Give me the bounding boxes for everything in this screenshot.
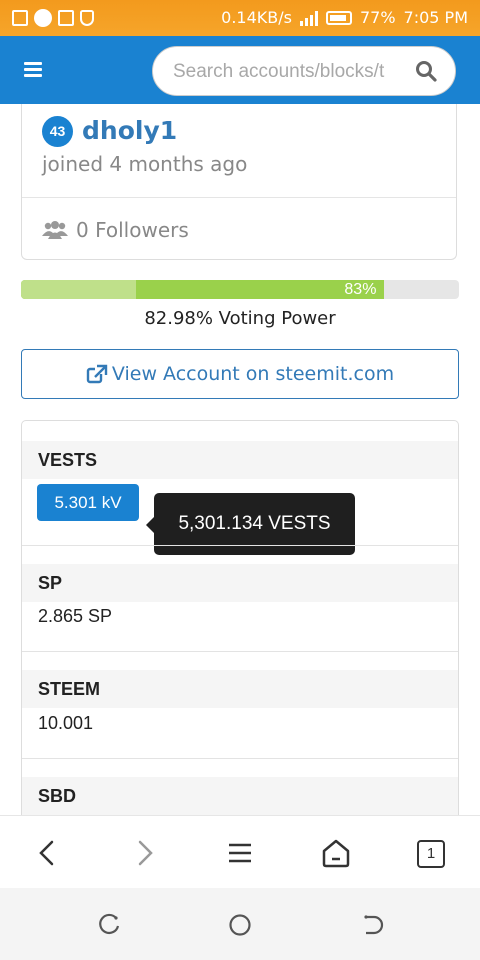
- balances-panel: VESTS 5.301 kV 5,301.134 VESTS SP 2.865 …: [21, 420, 459, 815]
- notification-icons: [12, 9, 94, 27]
- vests-value-button[interactable]: 5.301 kV: [37, 484, 139, 521]
- view-account-button[interactable]: View Account on steemit.com: [21, 349, 459, 399]
- forward-icon[interactable]: [129, 838, 159, 868]
- row-divider: [22, 651, 458, 652]
- home-circle-icon[interactable]: [227, 912, 253, 938]
- external-link-icon: [86, 364, 108, 384]
- battery-level: 77%: [359, 8, 396, 27]
- voting-power-fill: 83%: [21, 280, 385, 299]
- steem-heading: STEEM: [22, 670, 458, 708]
- sp-value: 2.865 SP: [38, 606, 113, 626]
- notification-app-icon: [12, 10, 28, 26]
- tabs-icon[interactable]: 1: [417, 840, 445, 868]
- card-divider: [22, 197, 456, 198]
- notification-dot-icon: [34, 9, 52, 27]
- search-box[interactable]: [152, 46, 456, 96]
- vests-heading: VESTS: [22, 441, 458, 479]
- browser-toolbar: 1: [0, 815, 480, 888]
- status-bar: 0.14KB/s 77% 7:05 PM: [0, 0, 480, 36]
- hamburger-menu-icon[interactable]: [24, 62, 42, 78]
- view-account-label: View Account on steemit.com: [111, 363, 395, 385]
- followers-count: 0 Followers: [76, 218, 189, 242]
- sp-heading: SP: [22, 564, 458, 602]
- joined-date: joined 4 months ago: [42, 152, 248, 176]
- status-right: 0.14KB/s 77% 7:05 PM: [221, 8, 468, 27]
- followers-link[interactable]: 0 Followers: [42, 218, 189, 242]
- search-icon[interactable]: [415, 60, 437, 82]
- reputation-badge: 43: [42, 116, 73, 147]
- home-icon[interactable]: [321, 838, 351, 868]
- system-nav-bar: [0, 888, 480, 960]
- recents-icon[interactable]: [96, 912, 122, 938]
- search-input[interactable]: [173, 59, 413, 85]
- steem-value: 10.001: [38, 713, 94, 733]
- notification-image-icon: [58, 10, 74, 26]
- profile-card: 43 dholy1 joined 4 months ago 0 Follower…: [21, 104, 457, 260]
- menu-icon[interactable]: [225, 838, 255, 868]
- row-divider: [22, 758, 458, 759]
- network-speed: 0.14KB/s: [221, 8, 292, 27]
- signal-icon: [299, 10, 318, 26]
- back-icon[interactable]: [33, 838, 63, 868]
- voting-power-fill-highlight: [21, 280, 136, 299]
- voting-power-label: 82.98% Voting Power: [144, 308, 336, 329]
- back-nav-icon[interactable]: [360, 912, 386, 938]
- battery-icon: [325, 10, 352, 25]
- users-icon: [42, 221, 68, 239]
- shield-icon: [80, 10, 94, 26]
- username-link[interactable]: dholy1: [82, 116, 177, 145]
- clock: 7:05 PM: [403, 8, 468, 27]
- voting-power-percent: 83%: [344, 281, 377, 298]
- voting-power-bar: 83%: [21, 280, 459, 299]
- row-divider: [22, 545, 458, 546]
- app-header: [0, 36, 480, 104]
- sbd-heading: SBD: [22, 777, 458, 815]
